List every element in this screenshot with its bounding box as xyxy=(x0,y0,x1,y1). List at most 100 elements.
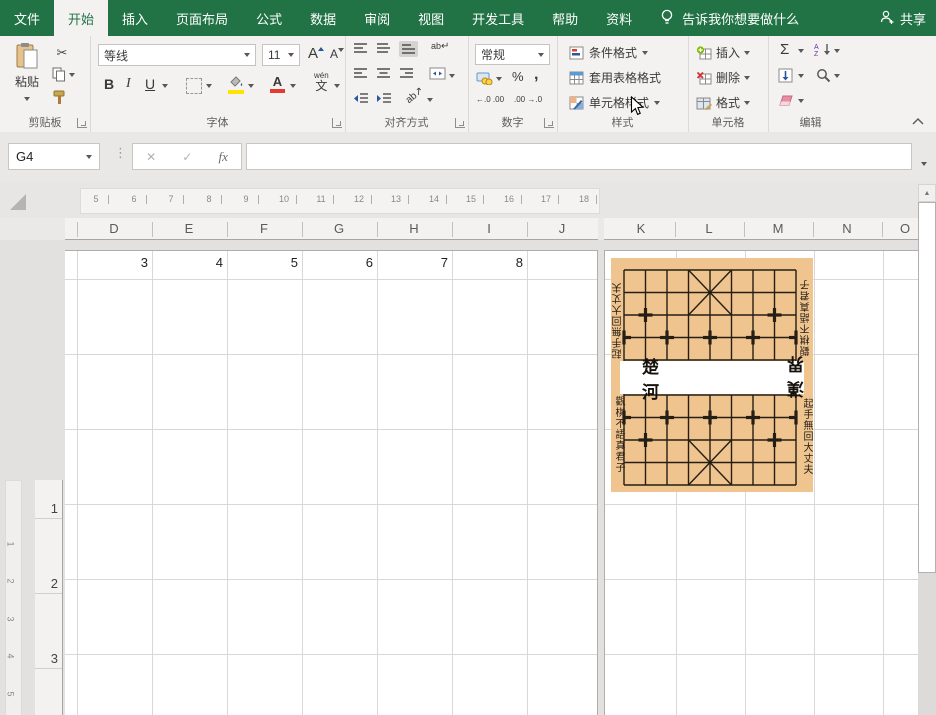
font-color-button[interactable]: A xyxy=(270,74,285,93)
align-top-button[interactable] xyxy=(353,42,368,55)
copy-button[interactable] xyxy=(52,67,75,82)
fill-caret[interactable] xyxy=(798,74,804,78)
font-dialog-launcher[interactable] xyxy=(332,118,342,128)
align-left-button[interactable] xyxy=(353,67,368,80)
merge-center-button[interactable] xyxy=(429,67,446,80)
find-caret[interactable] xyxy=(834,74,840,78)
clipboard-dialog-launcher[interactable] xyxy=(77,118,87,128)
namebox-splitter[interactable]: ⋮ xyxy=(114,145,127,161)
xiangqi-board-image[interactable]: 楚 河 漢 界 起手無回大丈夫 觀棋不語真君子 觀棋不語真君子 起手無回大丈夫 xyxy=(611,258,813,492)
grow-font-button[interactable]: A xyxy=(308,45,324,62)
comma-style-button[interactable]: , xyxy=(534,66,538,84)
phonetic-guide-button[interactable]: wén 文 xyxy=(314,72,329,92)
tab-formulas[interactable]: 公式 xyxy=(242,0,296,36)
decrease-indent-button[interactable] xyxy=(353,92,369,105)
tab-developer[interactable]: 开发工具 xyxy=(458,0,538,36)
align-bottom-button-active[interactable] xyxy=(399,41,418,57)
tab-material[interactable]: 资料 xyxy=(592,0,646,36)
editing-group-label: 编辑 xyxy=(768,114,853,130)
enter-icon[interactable]: ✓ xyxy=(182,150,192,164)
borders-button[interactable] xyxy=(186,78,202,94)
fill-button[interactable] xyxy=(778,68,793,86)
autosum-caret[interactable] xyxy=(798,49,804,53)
collapse-ribbon-button[interactable] xyxy=(912,114,924,128)
align-center-button[interactable] xyxy=(376,67,391,80)
clear-caret[interactable] xyxy=(798,99,804,103)
format-cells-icon xyxy=(696,96,712,110)
underline-button[interactable]: U xyxy=(145,76,155,92)
underline-caret[interactable] xyxy=(162,84,168,88)
increase-decimal-button[interactable]: ←.0 .00 xyxy=(476,96,508,104)
fill-color-button[interactable] xyxy=(228,76,244,94)
formula-input[interactable] xyxy=(246,143,912,170)
worksheet-page1[interactable]: 3 4 5 6 7 8 xyxy=(65,250,598,715)
align-center-icon xyxy=(376,67,391,80)
clear-button[interactable] xyxy=(778,94,794,110)
font-name-value: 等线 xyxy=(104,47,128,64)
wrap-text-button[interactable]: ab↵ xyxy=(431,41,449,52)
board-text-top-right: 觀棋不語真君子 xyxy=(800,268,813,356)
column-headers-page1[interactable]: D E F G H I J xyxy=(65,218,598,240)
orientation-button[interactable]: ab↗ xyxy=(404,85,426,106)
horizontal-ruler: 5 6 7 8 9 10 11 12 13 14 15 16 17 18 xyxy=(80,188,600,214)
number-dialog-launcher[interactable] xyxy=(544,118,554,128)
sort-filter-button[interactable]: AZ xyxy=(814,42,830,60)
font-color-caret[interactable] xyxy=(290,84,296,88)
tab-file[interactable]: 文件 xyxy=(0,0,54,36)
bold-button[interactable]: B xyxy=(104,76,114,92)
alignment-dialog-launcher[interactable] xyxy=(455,118,465,128)
accounting-caret[interactable] xyxy=(496,77,502,81)
excel-window: 文件 开始 插入 页面布局 公式 数据 审阅 视图 开发工具 帮助 资料 告诉我… xyxy=(0,0,936,715)
scroll-up-button[interactable]: ▲ xyxy=(918,184,936,202)
shrink-font-button[interactable]: A xyxy=(330,47,344,61)
borders-caret[interactable] xyxy=(206,84,212,88)
merge-caret[interactable] xyxy=(449,74,455,78)
insert-function-icon[interactable]: fx xyxy=(219,149,228,165)
row-headers[interactable]: 1 2 3 4 5 6 7 xyxy=(35,480,63,715)
scrollbar-thumb[interactable] xyxy=(918,202,936,573)
align-middle-button[interactable] xyxy=(376,42,391,55)
insert-cells-button[interactable]: 插入 xyxy=(696,44,750,61)
vertical-scrollbar[interactable]: ▲ xyxy=(918,184,936,715)
conditional-formatting-button[interactable]: 条件格式 xyxy=(569,44,648,61)
tell-me-box[interactable]: 告诉我你想要做什么 xyxy=(660,0,799,36)
autosum-button[interactable]: Σ xyxy=(780,41,789,58)
format-painter-button[interactable] xyxy=(52,90,67,105)
name-box[interactable]: G4 xyxy=(8,143,100,170)
sort-caret[interactable] xyxy=(834,49,840,53)
format-as-table-button[interactable]: 套用表格格式 xyxy=(569,69,661,86)
orientation-caret[interactable] xyxy=(427,98,433,102)
phonetic-caret[interactable] xyxy=(334,84,340,88)
cut-button[interactable]: ✂ xyxy=(52,44,72,62)
align-right-button[interactable] xyxy=(399,67,414,80)
font-size-select[interactable]: 11 xyxy=(262,44,300,66)
expand-formula-bar-button[interactable] xyxy=(921,153,927,171)
decrease-decimal-button[interactable]: .00 →.0 xyxy=(514,96,546,104)
share-button[interactable]: 共享 xyxy=(879,0,926,36)
paste-button[interactable]: 粘贴 xyxy=(8,42,46,114)
font-name-select[interactable]: 等线 xyxy=(98,44,256,66)
select-all-corner-triangle[interactable] xyxy=(10,194,26,210)
increase-indent-button[interactable] xyxy=(376,92,392,105)
tab-insert[interactable]: 插入 xyxy=(108,0,162,36)
align-bottom-icon xyxy=(401,43,416,56)
number-format-select[interactable]: 常规 xyxy=(475,44,550,65)
fill-color-caret[interactable] xyxy=(248,84,254,88)
cell-styles-icon xyxy=(569,96,584,110)
percent-style-button[interactable]: % xyxy=(512,69,524,84)
tab-home[interactable]: 开始 xyxy=(54,0,108,36)
cell-styles-button[interactable]: 单元格样式 xyxy=(569,94,660,111)
accounting-format-button[interactable] xyxy=(476,71,493,85)
tab-view[interactable]: 视图 xyxy=(404,0,458,36)
italic-button[interactable]: I xyxy=(126,76,131,92)
tab-data[interactable]: 数据 xyxy=(296,0,350,36)
name-box-caret xyxy=(86,155,92,159)
column-headers-page2[interactable]: K L M N O xyxy=(604,218,918,240)
cancel-icon[interactable]: ✕ xyxy=(146,150,156,164)
tab-page-layout[interactable]: 页面布局 xyxy=(162,0,242,36)
delete-cells-button[interactable]: 删除 xyxy=(696,69,750,86)
find-select-button[interactable] xyxy=(816,68,831,86)
tab-review[interactable]: 审阅 xyxy=(350,0,404,36)
tab-help[interactable]: 帮助 xyxy=(538,0,592,36)
format-cells-button[interactable]: 格式 xyxy=(696,94,750,111)
